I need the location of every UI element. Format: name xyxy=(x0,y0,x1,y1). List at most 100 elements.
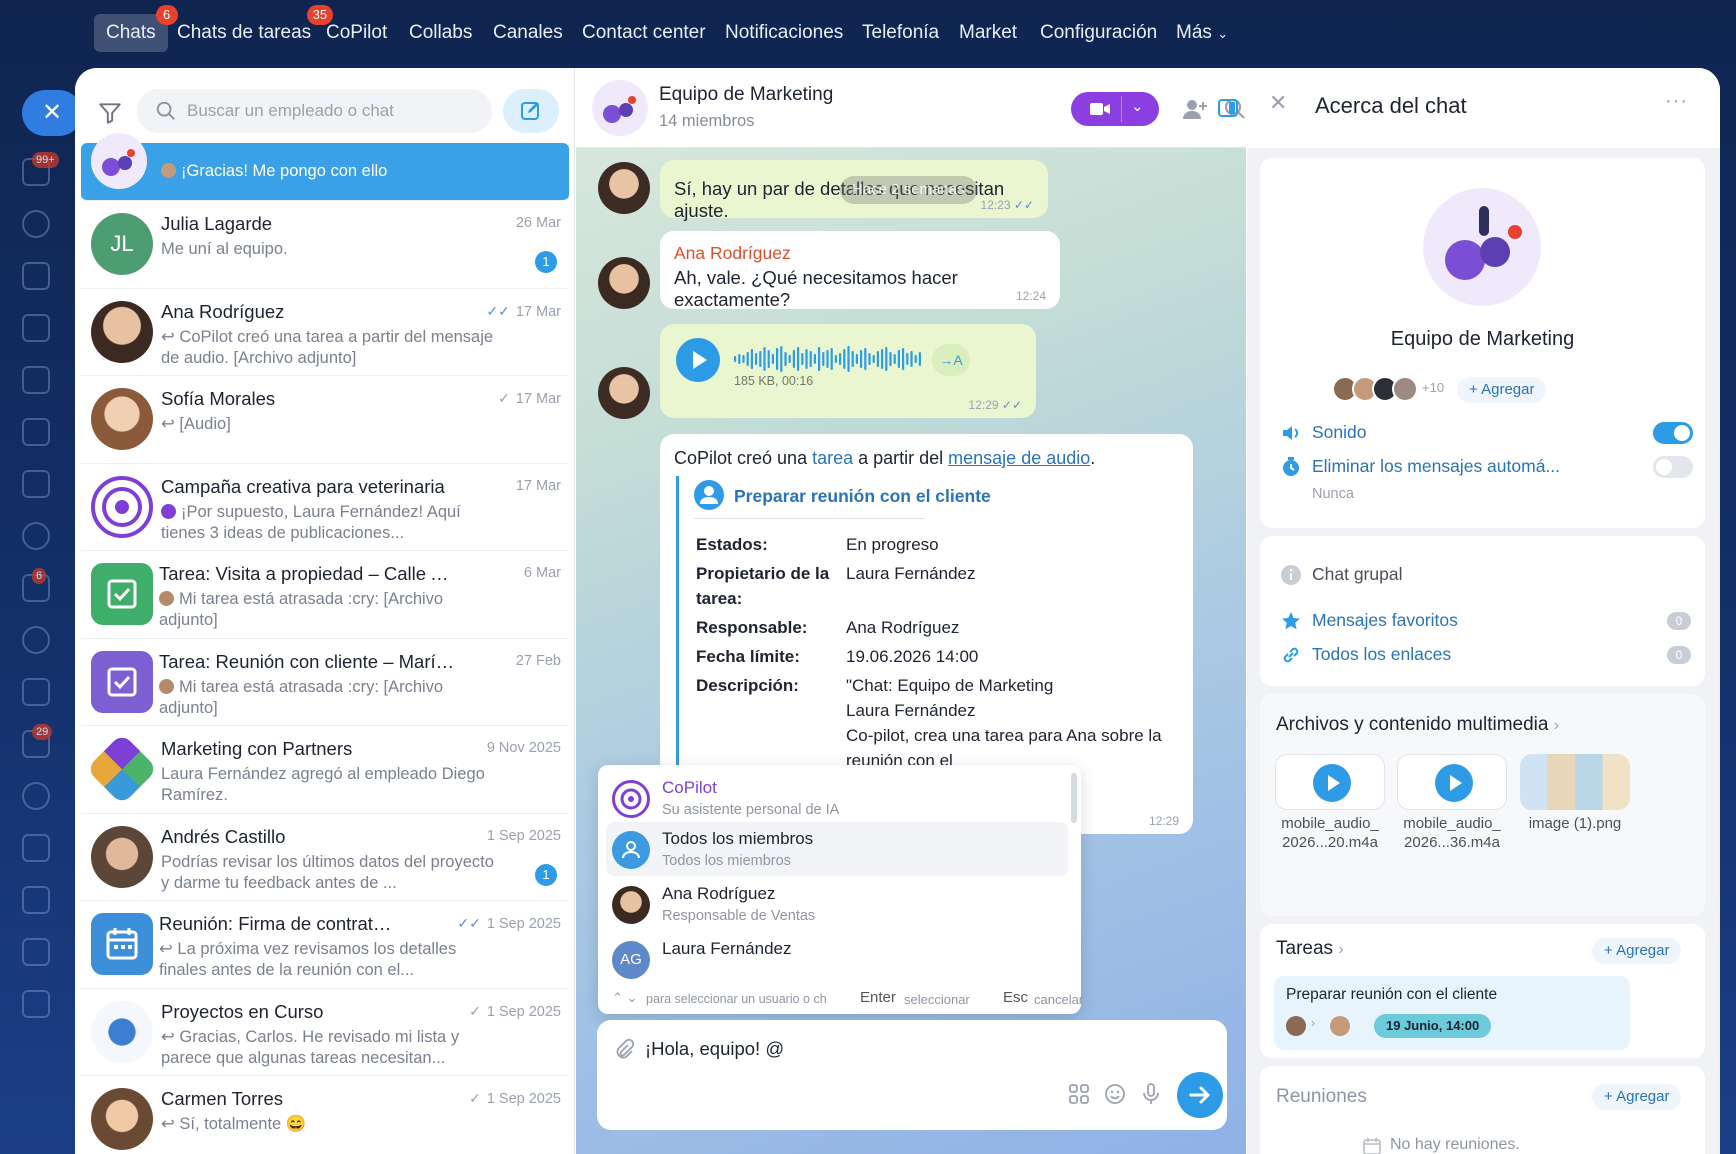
nav-tab-chats[interactable]: Chats 6 xyxy=(94,5,178,52)
chat-item-reunion-firma[interactable]: Reunión: Firma de contrato c... ✓✓ 1 Sep … xyxy=(81,901,569,989)
chat-item-tarea-visita[interactable]: Tarea: Visita a propiedad – Calle Alc...… xyxy=(81,551,569,639)
favorites-link[interactable]: Mensajes favoritos xyxy=(1312,610,1458,631)
sound-label[interactable]: Sonido xyxy=(1312,422,1367,443)
member-count[interactable]: 14 miembros xyxy=(659,112,754,131)
file-icon[interactable] xyxy=(22,470,50,498)
chat-item-andres-castillo[interactable]: Andrés Castillo 1 Sep 2025 Podrías revis… xyxy=(81,814,569,901)
more-options-icon[interactable]: ··· xyxy=(1665,90,1688,113)
chat-item-equipo-marketing[interactable]: ¡Gracias! Me pongo con ello xyxy=(81,133,569,201)
analytics-icon[interactable] xyxy=(22,782,50,810)
microphone-icon[interactable] xyxy=(1139,1082,1163,1106)
play-button[interactable] xyxy=(676,338,720,382)
search-input[interactable] xyxy=(187,89,477,133)
audio-message-link[interactable]: mensaje de audio xyxy=(948,448,1090,468)
task-card[interactable]: Preparar reunión con el cliente › 19 Jun… xyxy=(1274,976,1630,1050)
close-icon[interactable]: ✕ xyxy=(1269,90,1287,116)
filter-icon[interactable] xyxy=(97,100,123,126)
add-task-button[interactable]: + Agregar xyxy=(1592,938,1682,964)
sender-avatar[interactable] xyxy=(598,367,650,419)
enter-key: Enter xyxy=(860,989,896,1006)
chat-item-ana-rodriguez[interactable]: Ana Rodríguez ✓✓ 17 Mar ↩ CoPilot creó un… xyxy=(81,289,569,376)
file-audio-1[interactable] xyxy=(1275,754,1385,810)
emoji-icon[interactable] xyxy=(1103,1082,1127,1106)
file-image-thumbnail[interactable] xyxy=(1520,754,1630,810)
waveform-bar xyxy=(843,349,846,369)
message-input[interactable]: ¡Hola, equipo! @ xyxy=(645,1038,784,1060)
close-icon[interactable]: ✕ xyxy=(22,90,82,136)
nav-tab-mas[interactable]: Más ⌄ xyxy=(1164,14,1240,52)
nav-tab-market[interactable]: Market xyxy=(947,14,1029,52)
chat-item-campana-veterinaria[interactable]: Campaña creativa para veterinaria 17 Mar… xyxy=(81,464,569,551)
group-icon[interactable] xyxy=(22,522,50,550)
cart-icon[interactable] xyxy=(22,834,50,862)
chat-preview: ↩ La próxima vez revisamos los detalles … xyxy=(159,940,457,979)
nav-tab-notificaciones[interactable]: Notificaciones xyxy=(713,14,855,52)
widget-icon[interactable] xyxy=(22,938,50,966)
files-title[interactable]: Archivos y contenido multimedia › xyxy=(1276,714,1559,736)
nav-tab-canales[interactable]: Canales xyxy=(481,14,575,52)
monitor-icon[interactable] xyxy=(22,678,50,706)
waveform-bar xyxy=(889,352,892,366)
sender-avatar[interactable] xyxy=(598,257,650,309)
pen-icon[interactable] xyxy=(22,886,50,914)
transcribe-button[interactable]: →A xyxy=(932,344,970,376)
tasks-title[interactable]: Tareas › xyxy=(1276,938,1344,960)
waveform-bar xyxy=(818,347,821,371)
chat-item-proyectos-curso[interactable]: Proyectos en Curso ✓ 1 Sep 2025 ↩ Gracias… xyxy=(81,989,569,1076)
chat-item-sofia-morales[interactable]: Sofía Morales ✓ 17 Mar ↩ [Audio] xyxy=(81,376,569,464)
chat-item-julia-lagarde[interactable]: JL Julia Lagarde 26 Mar Me uní al equipo… xyxy=(81,201,569,289)
apps-icon[interactable] xyxy=(1067,1082,1091,1106)
message-input-box[interactable]: ¡Hola, equipo! @ xyxy=(597,1020,1227,1130)
chevron-right-icon: › xyxy=(1553,717,1560,734)
paperclip-icon[interactable] xyxy=(613,1038,635,1060)
panel-toggle-icon[interactable] xyxy=(1216,96,1240,120)
search-box[interactable] xyxy=(137,89,492,133)
message-author[interactable]: Ana Rodríguez xyxy=(674,243,791,264)
add-member-button[interactable]: + Agregar xyxy=(1457,377,1547,403)
chat-avatar[interactable] xyxy=(1423,188,1541,306)
sound-toggle[interactable] xyxy=(1653,422,1693,444)
waveform-bar xyxy=(830,348,833,370)
mail-icon[interactable] xyxy=(22,418,50,446)
video-call-button[interactable]: ⌄ xyxy=(1071,92,1159,126)
file-audio-2[interactable] xyxy=(1397,754,1507,810)
nav-tab-copilot[interactable]: CoPilot xyxy=(314,14,399,52)
chat-item-tarea-reunion[interactable]: Tarea: Reunión con cliente – María ... 2… xyxy=(81,639,569,726)
group-avatar[interactable] xyxy=(592,80,648,136)
nav-tab-contact-center[interactable]: Contact center xyxy=(570,14,718,52)
robot-icon[interactable] xyxy=(22,990,50,1018)
sender-avatar[interactable] xyxy=(598,162,650,214)
mention-item-todos[interactable]: Todos los miembros Todos los miembros xyxy=(606,822,1068,876)
document-icon[interactable] xyxy=(22,262,50,290)
nav-tab-chats-de-tareas[interactable]: Chats de tareas 35 xyxy=(165,5,334,52)
chat-item-marketing-partners[interactable]: Marketing con Partners 9 Nov 2025 Laura … xyxy=(81,726,569,814)
audio-message[interactable]: 185 KB, 00:16 →A 12:29 ✓✓ xyxy=(660,324,1036,418)
mention-item-laura[interactable]: AG Laura Fernández xyxy=(606,932,1068,982)
chat-item-carmen-torres[interactable]: Carmen Torres ✓ 1 Sep 2025 ↩ Sí, totalmen… xyxy=(81,1076,569,1154)
nav-tab-telefonia[interactable]: Telefonía xyxy=(850,14,951,52)
add-member-icon[interactable] xyxy=(1182,96,1208,122)
message-time: 12:24 xyxy=(1015,289,1046,303)
add-meeting-button[interactable]: + Agregar xyxy=(1592,1084,1682,1110)
send-button[interactable] xyxy=(1177,1072,1223,1118)
sync-icon[interactable] xyxy=(22,210,50,238)
crm-icon[interactable] xyxy=(22,626,50,654)
audio-waveform[interactable] xyxy=(734,344,924,374)
mention-item-copilot[interactable]: CoPilot Su asistente personal de IA xyxy=(606,771,1068,825)
task-link[interactable]: tarea xyxy=(812,448,853,468)
nav-tab-configuracion[interactable]: Configuración xyxy=(1028,14,1169,52)
nav-tab-collabs[interactable]: Collabs xyxy=(397,14,484,52)
links-link[interactable]: Todos los enlaces xyxy=(1312,644,1451,665)
autodelete-toggle[interactable] xyxy=(1653,456,1693,478)
message-bubble[interactable]: Ana Rodríguez Ah, vale. ¿Qué necesitamos… xyxy=(660,231,1060,310)
drive-icon[interactable] xyxy=(22,366,50,394)
new-chat-button[interactable] xyxy=(503,89,559,133)
conversation-title[interactable]: Equipo de Marketing xyxy=(659,84,833,106)
mention-item-ana[interactable]: Ana Rodríguez Responsable de Ventas xyxy=(606,877,1068,931)
message-bubble[interactable]: Sí, hay un par de detalles que necesitan… xyxy=(660,160,1048,221)
calendar-icon[interactable] xyxy=(22,314,50,342)
scrollbar[interactable] xyxy=(1071,773,1077,823)
autodelete-label[interactable]: Eliminar los mensajes automá... xyxy=(1312,456,1572,477)
task-title-link[interactable]: Preparar reunión con el cliente xyxy=(734,486,991,507)
member-avatars[interactable] xyxy=(1332,376,1420,402)
